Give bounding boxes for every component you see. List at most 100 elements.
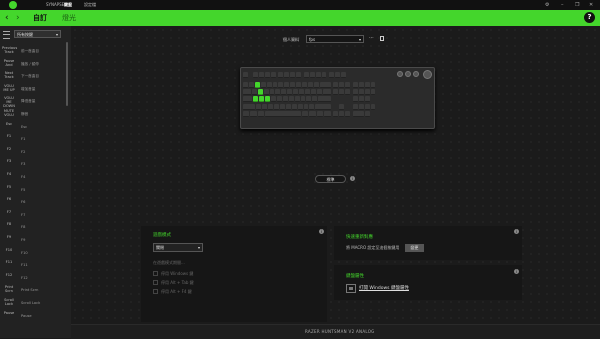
keyboard-key[interactable] [257, 89, 263, 96]
keyboard-key[interactable] [307, 81, 313, 88]
sidebar-key-row[interactable]: MUTE VOLU 靜音 [0, 108, 66, 120]
keyboard-key[interactable] [364, 81, 370, 88]
keyboard-key[interactable] [278, 72, 284, 78]
keyboard-key[interactable] [352, 96, 358, 103]
sidebar-key-row[interactable]: Esc Esc [0, 121, 66, 133]
keyboard-key[interactable] [370, 103, 376, 110]
keyboard-key[interactable] [265, 111, 302, 118]
keyboard-key[interactable] [268, 103, 273, 110]
keyboard-key[interactable] [364, 89, 370, 96]
keyboard-key[interactable] [304, 89, 310, 96]
keyboard-key[interactable] [364, 96, 370, 103]
media-knob[interactable] [413, 71, 419, 77]
keyboard-key[interactable] [352, 111, 364, 118]
game-mode-select[interactable]: 關閉 ▾ [153, 243, 203, 252]
keyboard-key[interactable] [248, 81, 254, 88]
info-icon[interactable]: i [350, 176, 355, 181]
sidebar-key-row[interactable]: F4 F4 [0, 171, 66, 183]
sidebar-scrollbar[interactable] [66, 42, 68, 106]
keyboard-key[interactable] [296, 72, 302, 78]
sidebar-key-row[interactable]: Pause Pause [0, 310, 66, 322]
keyboard-key[interactable] [316, 89, 322, 96]
keyboard-key[interactable] [243, 89, 251, 96]
keyboard-key[interactable] [278, 81, 284, 88]
keyboard-key[interactable] [364, 111, 370, 118]
keyboard-key[interactable] [315, 72, 321, 78]
keyboard-key[interactable] [243, 81, 248, 88]
sidebar-key-row[interactable]: Previous Track 前一首曲目 [0, 45, 66, 57]
keyboard-key[interactable] [266, 81, 272, 88]
keyboard-key[interactable] [309, 103, 315, 110]
keyboard-key[interactable] [300, 96, 306, 103]
keyboard-key[interactable] [269, 89, 275, 96]
sidebar-key-row[interactable]: F5 F5 [0, 184, 66, 196]
keyboard-key[interactable] [282, 96, 288, 103]
keyboard-key[interactable] [335, 72, 340, 78]
keyboard-key[interactable] [370, 81, 376, 88]
sidebar-key-row[interactable]: VOLU ME DOWN 降低音量 [0, 95, 66, 108]
open-keyboard-properties-link[interactable]: 打開 Windows 鍵盤屬性 [359, 286, 409, 292]
keyboard-key[interactable] [352, 81, 358, 88]
keyboard-key[interactable] [321, 72, 327, 78]
keyboard-key[interactable] [260, 81, 266, 88]
sidebar-key-row[interactable]: Scroll Lock Scroll Lock [0, 297, 66, 309]
gear-icon[interactable]: ⚙ [545, 2, 549, 8]
keyboard-key[interactable] [345, 89, 351, 96]
back-button[interactable]: ‹ [5, 12, 9, 24]
keyboard-key[interactable] [339, 103, 345, 110]
disable-windows-key-checkbox[interactable] [153, 271, 158, 276]
razer-logo-icon[interactable] [9, 1, 17, 9]
sidebar-key-row[interactable]: F6 F6 [0, 196, 66, 208]
keyboard-key[interactable] [370, 89, 376, 96]
help-button[interactable]: ? [584, 12, 595, 23]
info-icon[interactable]: i [514, 229, 519, 234]
disable-alt-f4-checkbox[interactable] [153, 289, 158, 294]
change-button[interactable]: 變更 [405, 244, 424, 252]
keyboard-key[interactable] [287, 89, 293, 96]
keyboard-key[interactable] [309, 72, 315, 78]
keyboard-key[interactable] [339, 89, 345, 96]
keyboard-key[interactable] [318, 96, 331, 103]
sidebar-key-row[interactable]: F7 F7 [0, 209, 66, 221]
keyboard-key[interactable] [310, 89, 316, 96]
keyboard-key[interactable] [243, 72, 248, 78]
keyboard-key[interactable] [312, 96, 318, 103]
sidebar-key-row[interactable]: F1 F1 [0, 133, 66, 145]
keyboard-key[interactable] [272, 81, 278, 88]
tab-lighting[interactable]: 燈光 [62, 14, 76, 23]
keyboard-key[interactable] [352, 103, 358, 110]
keyboard-key[interactable] [291, 103, 297, 110]
disable-alt-tab-checkbox[interactable] [153, 280, 158, 285]
keyboard-key[interactable] [324, 111, 331, 118]
sidebar-key-row[interactable]: F12 F12 [0, 272, 66, 284]
keyboard-key[interactable] [279, 103, 285, 110]
sidebar-key-row[interactable]: VOLU ME UP 增加音量 [0, 83, 66, 95]
sidebar-key-row[interactable]: F8 F8 [0, 221, 66, 233]
media-knob[interactable] [405, 71, 411, 77]
forward-button[interactable]: › [16, 12, 20, 24]
keyboard-key[interactable] [251, 89, 257, 96]
sidebar-key-row[interactable]: Next Track 下一首曲目 [0, 70, 66, 82]
keyboard-key[interactable] [329, 72, 335, 78]
keyboard-key[interactable] [303, 72, 309, 78]
keyboard-key[interactable] [263, 89, 269, 96]
keyboard-key[interactable] [319, 81, 331, 88]
keyboard-key[interactable] [243, 111, 250, 118]
profile-select[interactable]: fps ▾ [306, 35, 364, 43]
restore-icon[interactable]: ❐ [575, 2, 579, 8]
keyboard-key[interactable] [253, 96, 259, 103]
keyboard-key[interactable] [256, 103, 262, 110]
keyboard-key[interactable] [288, 96, 294, 103]
keyboard-key[interactable] [284, 81, 290, 88]
keyboard-key[interactable] [293, 89, 299, 96]
keyboard-key[interactable] [254, 81, 260, 88]
profile-more-button[interactable]: ··· [369, 35, 374, 41]
keyboard-key[interactable] [345, 81, 351, 88]
minimize-icon[interactable]: – [561, 2, 564, 8]
keyboard-key[interactable] [358, 81, 364, 88]
keyboard-key[interactable] [341, 72, 346, 78]
keyboard-key[interactable] [309, 111, 316, 118]
keyboard-key[interactable] [270, 72, 276, 78]
keyboard-key[interactable] [290, 81, 296, 88]
standard-view-button[interactable]: 標準 [315, 175, 346, 183]
